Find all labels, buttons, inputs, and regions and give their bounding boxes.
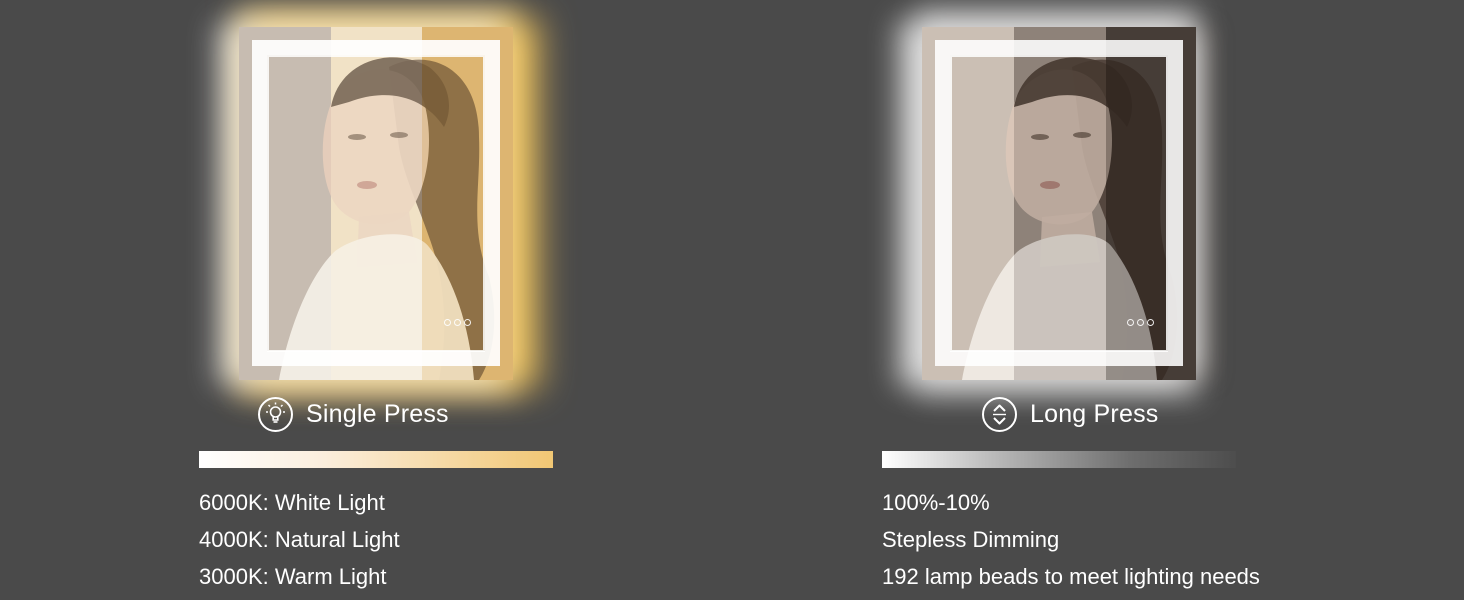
spec-item: Stepless Dimming xyxy=(882,527,1060,552)
caption-label: Long Press xyxy=(1030,400,1159,428)
mirror-body xyxy=(239,27,513,380)
single-press-panel: Single Press 6000K: White Light 4000K: N… xyxy=(199,0,619,600)
touch-buttons xyxy=(1127,319,1154,326)
spec-item: 6000K: White Light xyxy=(199,490,385,515)
spec-item: 4000K: Natural Light xyxy=(199,527,400,552)
long-press-panel: Long Press 100%-10% Stepless Dimming 192… xyxy=(882,0,1302,600)
single-press-caption: Single Press xyxy=(257,396,449,433)
spec-item: 3000K: Warm Light xyxy=(199,564,387,589)
spec-item: 100%-10% xyxy=(882,490,990,515)
brightness-gradient-bar xyxy=(882,451,1236,468)
caption-label: Single Press xyxy=(306,400,449,428)
spec-list: 100%-10% Stepless Dimming 192 lamp beads… xyxy=(882,484,1260,595)
spec-item: 192 lamp beads to meet lighting needs xyxy=(882,564,1260,589)
touch-button-icon xyxy=(1147,319,1154,326)
color-temperature-gradient-bar xyxy=(199,451,553,468)
spec-list: 6000K: White Light 4000K: Natural Light … xyxy=(199,484,400,595)
mirror-warm-light xyxy=(239,27,513,380)
mirror-body xyxy=(922,27,1196,380)
touch-button-icon xyxy=(444,319,451,326)
bulb-icon xyxy=(258,397,293,432)
up-down-arrows-icon xyxy=(982,397,1017,432)
mirror-dimming xyxy=(922,27,1196,380)
long-press-caption: Long Press xyxy=(981,396,1158,433)
touch-button-icon xyxy=(1137,319,1144,326)
touch-button-icon xyxy=(454,319,461,326)
touch-button-icon xyxy=(1127,319,1134,326)
mirror-inner-frame xyxy=(950,55,1168,352)
touch-button-icon xyxy=(464,319,471,326)
mirror-inner-frame xyxy=(267,55,485,352)
touch-buttons xyxy=(444,319,471,326)
